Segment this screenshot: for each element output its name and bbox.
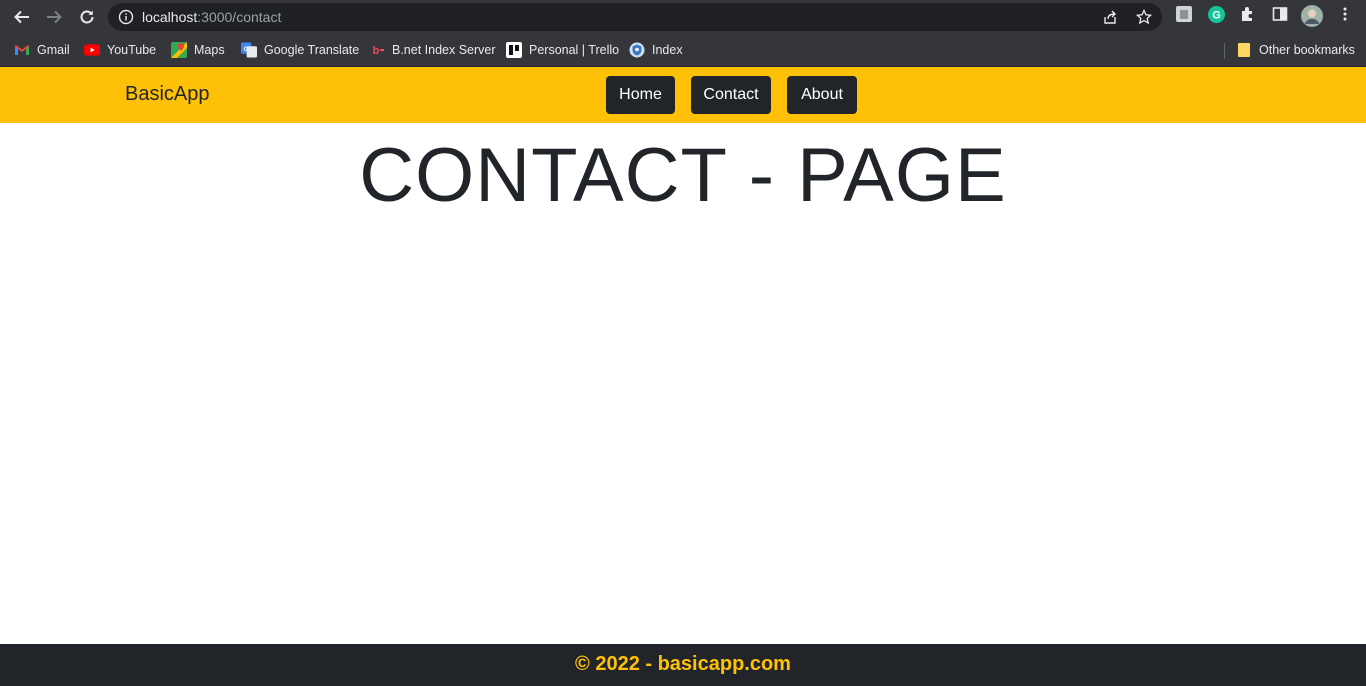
page-title: CONTACT - PAGE <box>0 128 1366 223</box>
extension-puzzle-tile-icon[interactable] <box>1176 6 1192 22</box>
bookmark-label: Google Translate <box>264 43 360 57</box>
bookmark-bnet-index-server[interactable]: b B.net Index Server <box>369 41 496 59</box>
bookmark-label: Maps <box>194 43 225 57</box>
nav-contact-button[interactable]: Contact <box>691 76 771 114</box>
share-icon[interactable] <box>1102 9 1118 25</box>
bookmark-trello[interactable]: Personal | Trello <box>506 41 619 59</box>
forward-button[interactable] <box>42 5 66 29</box>
bookmarks-divider <box>1224 43 1225 59</box>
menu-kebab-icon[interactable] <box>1337 6 1353 22</box>
brand-logo-text[interactable]: BasicApp <box>125 83 210 106</box>
other-bookmarks-label: Other bookmarks <box>1259 43 1355 57</box>
browser-toolbar: localhost:3000/contact G <box>0 0 1366 34</box>
app-navbar: BasicApp Home Contact About <box>0 67 1366 123</box>
folder-icon <box>1236 42 1252 58</box>
index-icon <box>629 42 645 58</box>
bookmark-gmail[interactable]: Gmail <box>14 41 70 59</box>
side-panel-icon[interactable] <box>1272 6 1288 22</box>
bnet-icon: b <box>369 42 385 58</box>
extensions-icon[interactable] <box>1240 6 1256 22</box>
nav-about-button[interactable]: About <box>787 76 857 114</box>
back-button[interactable] <box>10 5 34 29</box>
reload-icon <box>80 10 94 24</box>
url-host: localhost <box>142 9 198 25</box>
bookmark-maps[interactable]: Maps <box>171 41 225 59</box>
info-icon <box>118 9 134 25</box>
address-bar[interactable]: localhost:3000/contact <box>108 3 1162 31</box>
app-footer: © 2022 - basicapp.com <box>0 644 1366 686</box>
other-bookmarks[interactable]: Other bookmarks <box>1236 41 1355 59</box>
bookmark-label: Personal | Trello <box>529 43 620 57</box>
svg-text:G: G <box>244 46 249 53</box>
trello-icon <box>506 42 522 58</box>
svg-text:G: G <box>1212 10 1221 22</box>
nav-home-button[interactable]: Home <box>606 76 675 114</box>
grammarly-icon[interactable]: G <box>1208 6 1225 23</box>
translate-icon: G <box>241 42 257 58</box>
bookmark-youtube[interactable]: YouTube <box>84 41 156 59</box>
reload-button[interactable] <box>75 5 99 29</box>
bookmark-index[interactable]: Index <box>629 41 683 59</box>
bookmark-label: B.net Index Server <box>392 43 496 57</box>
bookmark-label: Gmail <box>37 43 70 57</box>
bookmarks-bar: Gmail YouTube Maps G Google Translate b … <box>0 34 1366 67</box>
footer-copyright: © 2022 - basicapp.com <box>575 653 791 675</box>
maps-icon <box>171 42 187 58</box>
star-icon[interactable] <box>1136 9 1152 25</box>
svg-text:b: b <box>373 45 380 57</box>
url-text: localhost:3000/contact <box>142 9 281 25</box>
bookmark-label: YouTube <box>107 43 157 57</box>
profile-avatar-icon[interactable] <box>1301 5 1323 27</box>
page-title-text: CONTACT - PAGE <box>359 133 1007 218</box>
arrow-left-icon <box>14 10 29 24</box>
youtube-icon <box>84 42 100 58</box>
bookmark-google-translate[interactable]: G Google Translate <box>241 41 359 59</box>
gmail-icon <box>14 42 30 58</box>
arrow-right-icon <box>47 10 62 24</box>
url-path: :3000/contact <box>197 9 282 25</box>
bookmark-label: Index <box>652 43 683 57</box>
